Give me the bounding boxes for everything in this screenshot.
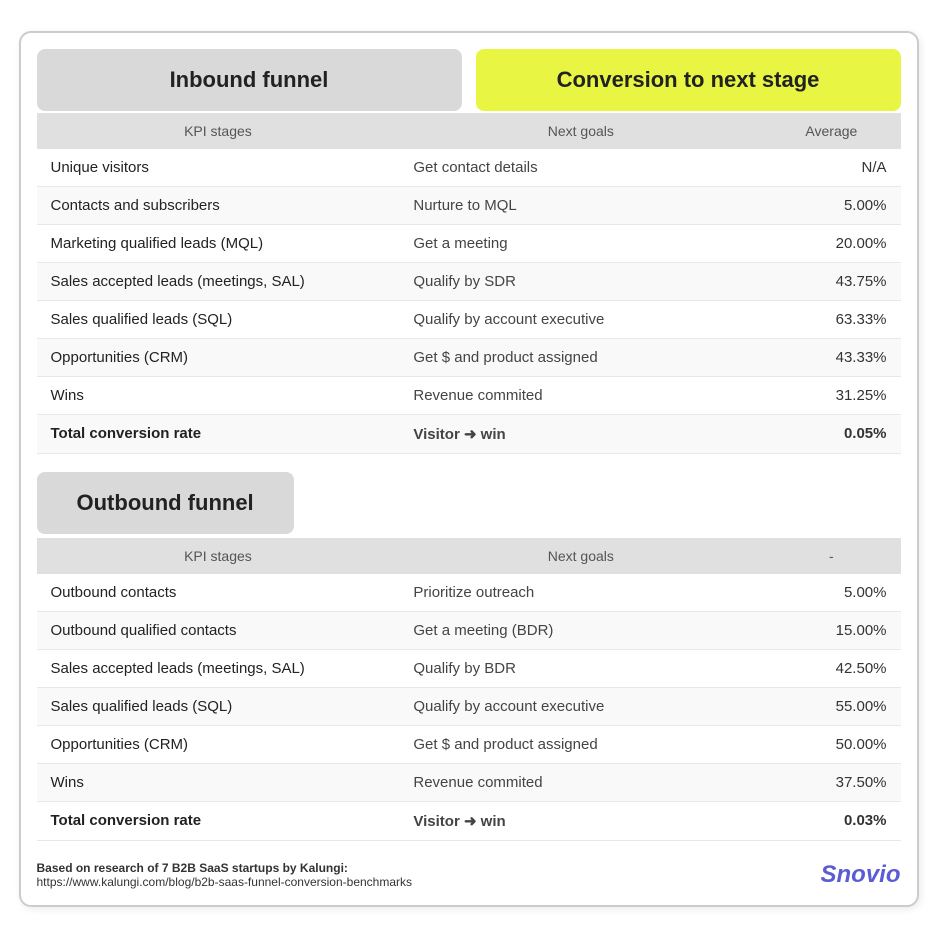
goal-cell: Visitor ➜ win — [399, 801, 762, 840]
kpi-cell: Opportunities (CRM) — [37, 725, 400, 763]
kpi-cell: Sales accepted leads (meetings, SAL) — [37, 262, 400, 300]
avg-cell: 63.33% — [762, 300, 900, 338]
avg-cell: 5.00% — [762, 574, 900, 612]
table-row: Outbound contacts Prioritize outreach 5.… — [37, 574, 901, 612]
avg-cell: 55.00% — [762, 687, 900, 725]
table-row: Sales accepted leads (meetings, SAL) Qua… — [37, 262, 901, 300]
avg-cell: 42.50% — [762, 649, 900, 687]
table-row: Unique visitors Get contact details N/A — [37, 149, 901, 187]
table-row: Sales accepted leads (meetings, SAL) Qua… — [37, 649, 901, 687]
kpi-cell: Sales accepted leads (meetings, SAL) — [37, 649, 400, 687]
avg-cell: 5.00% — [762, 186, 900, 224]
avg-cell: 43.33% — [762, 338, 900, 376]
goal-cell: Get a meeting — [399, 224, 762, 262]
inbound-header: Inbound funnel Conversion to next stage — [37, 49, 901, 111]
avg-cell: 20.00% — [762, 224, 900, 262]
kpi-cell: Contacts and subscribers — [37, 186, 400, 224]
main-card: Inbound funnel Conversion to next stage … — [19, 31, 919, 907]
inbound-table: KPI stages Next goals Average Unique vis… — [37, 113, 901, 454]
kpi-cell: Unique visitors — [37, 149, 400, 187]
footer-bold: Based on research of 7 B2B SaaS startups… — [37, 861, 413, 875]
footer-url: https://www.kalungi.com/blog/b2b-saas-fu… — [37, 875, 413, 889]
avg-cell: 43.75% — [762, 262, 900, 300]
total-row: Total conversion rate Visitor ➜ win 0.05… — [37, 414, 901, 453]
outbound-table: KPI stages Next goals - Outbound contact… — [37, 538, 901, 841]
inbound-col-goals: Next goals — [399, 113, 762, 149]
table-row: Wins Revenue commited 37.50% — [37, 763, 901, 801]
goal-cell: Qualify by account executive — [399, 300, 762, 338]
inbound-col-avg: Average — [762, 113, 900, 149]
kpi-cell: Marketing qualified leads (MQL) — [37, 224, 400, 262]
total-row: Total conversion rate Visitor ➜ win 0.03… — [37, 801, 901, 840]
kpi-cell: Sales qualified leads (SQL) — [37, 687, 400, 725]
avg-cell: 50.00% — [762, 725, 900, 763]
kpi-cell: Outbound contacts — [37, 574, 400, 612]
table-row: Wins Revenue commited 31.25% — [37, 376, 901, 414]
goal-cell: Prioritize outreach — [399, 574, 762, 612]
goal-cell: Qualify by BDR — [399, 649, 762, 687]
kpi-cell: Total conversion rate — [37, 801, 400, 840]
table-row: Opportunities (CRM) Get $ and product as… — [37, 338, 901, 376]
logo-suffix: io — [879, 861, 900, 888]
avg-cell: 0.03% — [762, 801, 900, 840]
avg-cell: N/A — [762, 149, 900, 187]
kpi-cell: Outbound qualified contacts — [37, 611, 400, 649]
avg-cell: 15.00% — [762, 611, 900, 649]
outbound-title: Outbound funnel — [37, 472, 294, 534]
table-row: Outbound qualified contacts Get a meetin… — [37, 611, 901, 649]
kpi-cell: Wins — [37, 763, 400, 801]
table-row: Sales qualified leads (SQL) Qualify by a… — [37, 687, 901, 725]
goal-cell: Get $ and product assigned — [399, 725, 762, 763]
goal-cell: Revenue commited — [399, 376, 762, 414]
outbound-col-goals: Next goals — [399, 538, 762, 574]
avg-cell: 0.05% — [762, 414, 900, 453]
kpi-cell: Wins — [37, 376, 400, 414]
goal-cell: Qualify by account executive — [399, 687, 762, 725]
goal-cell: Visitor ➜ win — [399, 414, 762, 453]
outbound-header: Outbound funnel — [37, 472, 901, 536]
table-row: Opportunities (CRM) Get $ and product as… — [37, 725, 901, 763]
goal-cell: Revenue commited — [399, 763, 762, 801]
table-row: Marketing qualified leads (MQL) Get a me… — [37, 224, 901, 262]
goal-cell: Get $ and product assigned — [399, 338, 762, 376]
logo-text: Snov — [820, 861, 879, 888]
table-row: Contacts and subscribers Nurture to MQL … — [37, 186, 901, 224]
inbound-title: Inbound funnel — [37, 49, 462, 111]
avg-cell: 37.50% — [762, 763, 900, 801]
avg-cell: 31.25% — [762, 376, 900, 414]
outbound-col-avg: - — [762, 538, 900, 574]
goal-cell: Qualify by SDR — [399, 262, 762, 300]
outbound-col-kpi: KPI stages — [37, 538, 400, 574]
footer: Based on research of 7 B2B SaaS startups… — [37, 855, 901, 889]
goal-cell: Get a meeting (BDR) — [399, 611, 762, 649]
kpi-cell: Sales qualified leads (SQL) — [37, 300, 400, 338]
kpi-cell: Opportunities (CRM) — [37, 338, 400, 376]
inbound-col-kpi: KPI stages — [37, 113, 400, 149]
table-row: Sales qualified leads (SQL) Qualify by a… — [37, 300, 901, 338]
goal-cell: Nurture to MQL — [399, 186, 762, 224]
goal-cell: Get contact details — [399, 149, 762, 187]
conversion-title: Conversion to next stage — [476, 49, 901, 111]
logo: Snovio — [820, 861, 900, 889]
kpi-cell: Total conversion rate — [37, 414, 400, 453]
